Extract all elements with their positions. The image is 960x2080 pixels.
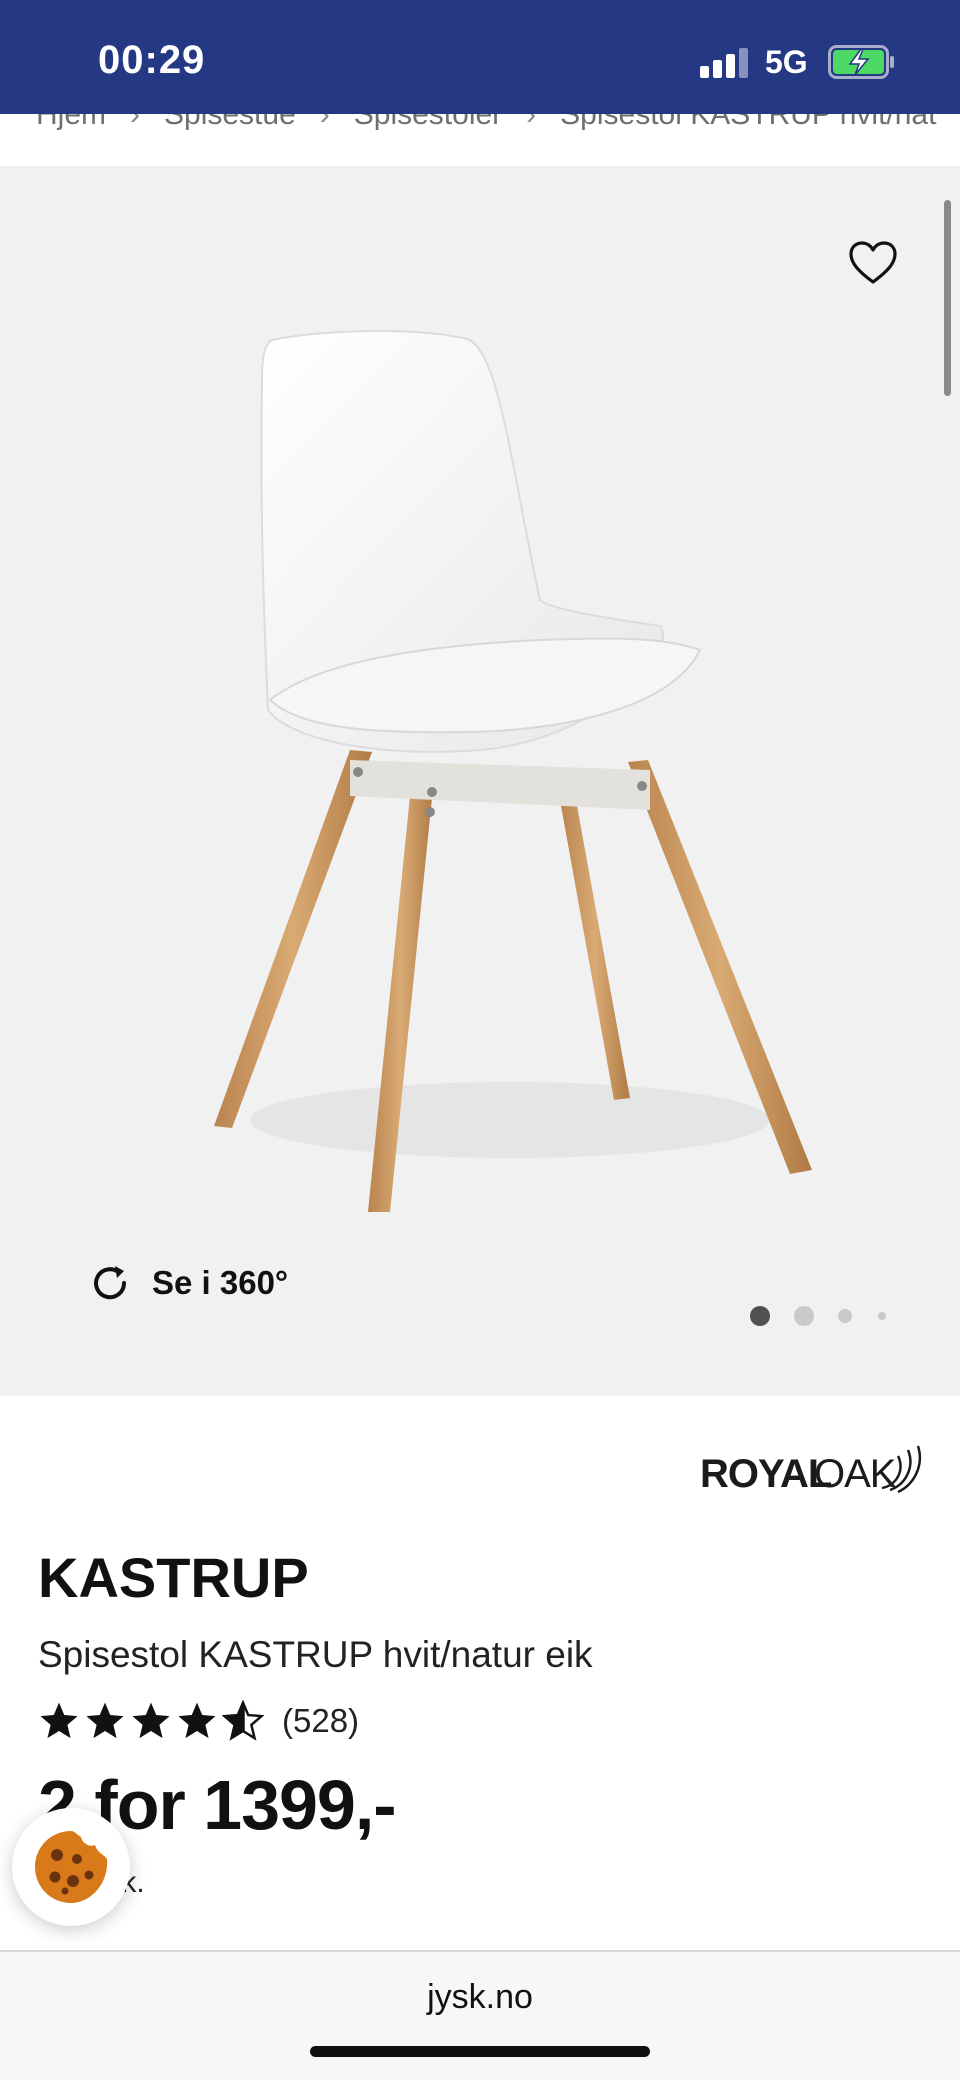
browser-url-bar[interactable]: jysk.no (0, 1950, 960, 2080)
star-icon (178, 1702, 216, 1739)
gallery-pagination[interactable] (750, 1302, 900, 1328)
product-rating[interactable]: (528) (38, 1698, 359, 1744)
pagination-dot[interactable] (794, 1306, 814, 1326)
pagination-dot[interactable] (878, 1312, 886, 1320)
product-title: KASTRUP (38, 1546, 309, 1609)
breadcrumb-item-dining[interactable]: Spisestue (164, 114, 296, 131)
product-subtitle: Spisestol KASTRUP hvit/natur eik (38, 1634, 593, 1675)
brand-logo[interactable]: ROYAL OAK (700, 1440, 924, 1502)
battery-charging-icon (828, 45, 894, 79)
cookie-icon (35, 1831, 108, 1903)
status-bar: 00:29 5G (0, 0, 960, 114)
scrollbar[interactable] (944, 200, 951, 396)
view-360-button[interactable]: Se i 360° (88, 1258, 288, 1308)
star-icon (86, 1702, 124, 1739)
pagination-dot-active[interactable] (750, 1306, 770, 1326)
product-image-chair[interactable] (180, 320, 820, 1220)
breadcrumb-item-current: Spisestol KASTRUP hvit/nat (560, 114, 937, 131)
chevron-right-icon: › (130, 114, 141, 131)
chevron-right-icon: › (319, 114, 330, 131)
chevron-right-icon: › (526, 114, 537, 131)
breadcrumb: Hjem › Spisestue › Spisestoler › Spisestol KAS… (36, 114, 936, 132)
breadcrumb-item-chairs[interactable]: Spisestoler (354, 114, 502, 131)
brand-name-bold: ROYAL (700, 1452, 832, 1496)
view-360-label: Se i 360° (152, 1264, 289, 1301)
url-text[interactable]: jysk.no (0, 1978, 960, 2017)
half-star-icon (222, 1700, 264, 1741)
brand-arc-icon (881, 1445, 922, 1494)
network-label: 5G (765, 44, 808, 80)
rotate-icon (94, 1266, 127, 1300)
star-icon (40, 1702, 78, 1739)
cookie-settings-button[interactable] (12, 1808, 130, 1926)
signal-icon (700, 48, 752, 78)
rating-count[interactable]: (528) (282, 1702, 359, 1740)
status-time: 00:29 (98, 38, 206, 82)
breadcrumb-item-home[interactable]: Hjem (36, 114, 106, 131)
home-indicator[interactable] (310, 2046, 650, 2057)
star-icon (132, 1702, 170, 1739)
pagination-dot[interactable] (838, 1309, 852, 1323)
breadcrumb-strip: Hjem › Spisestue › Spisestoler › Spisestol KAS… (0, 114, 960, 166)
heart-icon[interactable] (848, 240, 898, 286)
